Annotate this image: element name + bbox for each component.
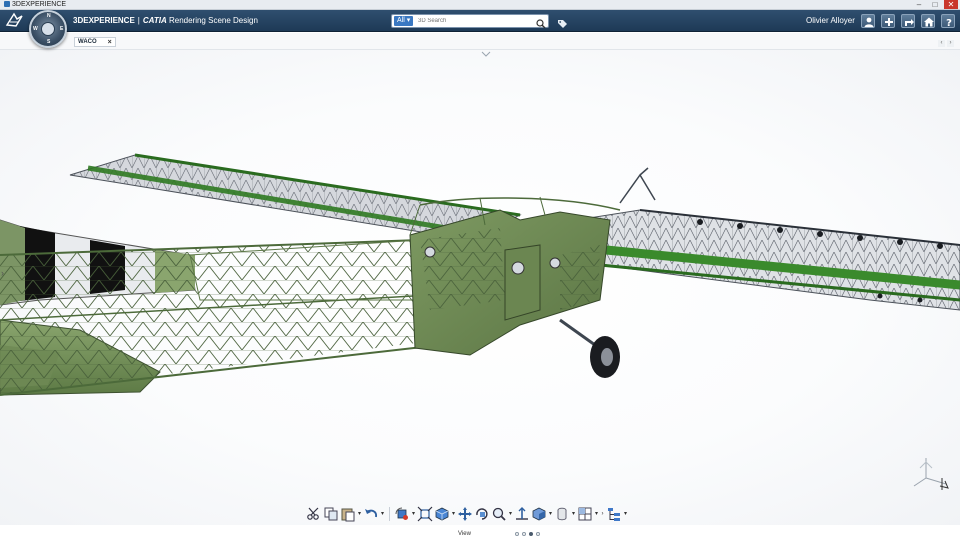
expand-tree-handle[interactable]: › (1, 268, 4, 278)
app-name-label: Rendering Scene Design (168, 16, 258, 25)
action-bar-page-dot[interactable] (522, 532, 526, 536)
pylon (619, 167, 656, 204)
normal-view-icon[interactable] (514, 506, 530, 522)
app-title: 3DEXPERIENCE | CATIA Rendering Scene Desig… (73, 10, 258, 32)
compass-south-label: S (47, 39, 51, 45)
spin-options-caret[interactable]: ▾ (411, 506, 416, 522)
paste-icon[interactable] (340, 506, 356, 522)
layout-options-caret[interactable]: ▾ (594, 506, 599, 522)
action-bar-page-dot[interactable] (536, 532, 540, 536)
add-icon[interactable] (881, 14, 895, 28)
cut-icon[interactable] (306, 506, 322, 522)
search-input[interactable] (418, 16, 534, 26)
tab-next-button[interactable]: › (947, 40, 954, 47)
rotate-icon[interactable] (474, 506, 490, 522)
home-icon[interactable] (921, 14, 935, 28)
search-box: All ▾ (391, 14, 549, 29)
fuselage-frame (0, 239, 441, 396)
os-title-text: 3DEXPERIENCE (12, 1, 67, 8)
more-tools-caret[interactable]: › (600, 506, 605, 522)
cube-view-icon[interactable] (434, 506, 450, 522)
collapse-chevron-icon[interactable] (481, 51, 491, 57)
zoom-options-caret[interactable]: ▾ (508, 506, 513, 522)
zoom-icon[interactable] (491, 506, 507, 522)
os-window-title: 3DEXPERIENCE (4, 0, 66, 10)
undo-icon[interactable] (363, 506, 379, 522)
close-window-button[interactable]: ✕ (944, 0, 958, 9)
top-bar: 3DEXPERIENCE | CATIA Rendering Scene Desig… (0, 10, 960, 32)
toolbar-separator (389, 507, 390, 521)
tab-label: WACO (78, 39, 97, 45)
paste-options-caret[interactable]: ▾ (357, 506, 362, 522)
view-mode-icon[interactable] (531, 506, 547, 522)
tag-icon[interactable] (557, 16, 568, 28)
action-bar: ▾ ▾ ▾ ▾ ▾ ▾ ▾ ▾ › ▾ (306, 504, 628, 524)
action-bar-pagination (515, 532, 540, 536)
action-bar-page-dot[interactable] (515, 532, 519, 536)
ds-logo-icon[interactable] (5, 12, 25, 28)
minimize-button[interactable]: – (912, 0, 926, 9)
share-icon[interactable] (901, 14, 915, 28)
copy-icon[interactable] (323, 506, 339, 522)
3d-viewport[interactable]: › (0, 50, 960, 525)
compass-north-label: N (47, 13, 51, 19)
tab-navigation: ‹ › (938, 40, 954, 47)
undo-options-caret[interactable]: ▾ (380, 506, 385, 522)
help-icon[interactable]: ? (941, 14, 955, 28)
pan-icon[interactable] (457, 506, 473, 522)
window-controls: – □ ✕ (912, 0, 958, 10)
profile-icon[interactable] (861, 14, 875, 28)
aircraft-model (0, 153, 960, 396)
axis-triad-icon (912, 448, 957, 493)
search-scope-dropdown[interactable]: All ▾ (394, 16, 414, 26)
action-bar-page-dot-active[interactable] (529, 532, 533, 536)
landing-gear (559, 318, 620, 378)
brand-label: 3DEXPERIENCE (73, 16, 135, 25)
os-title-bar: 3DEXPERIENCE – □ ✕ (0, 0, 960, 10)
compass-button[interactable]: N S E W (29, 10, 67, 48)
tree-options-caret[interactable]: ▾ (623, 506, 628, 522)
compass-east-label: E (60, 26, 64, 32)
svg-text:?: ? (946, 18, 952, 28)
search-icon[interactable] (536, 16, 546, 29)
layout-icon[interactable] (577, 506, 593, 522)
tab-prev-button[interactable]: ‹ (938, 40, 945, 47)
spin-icon[interactable] (394, 506, 410, 522)
app-icon (4, 1, 10, 7)
fit-all-icon[interactable] (417, 506, 433, 522)
tree-icon[interactable] (606, 506, 622, 522)
tab-strip: WACO × ‹ › (0, 33, 960, 50)
user-name[interactable]: Olivier Alloyer (806, 10, 855, 32)
hide-show-icon[interactable] (554, 506, 570, 522)
title-separator: | (137, 16, 140, 25)
action-bar-section-label: View (458, 531, 471, 537)
compass-center (41, 22, 55, 36)
hide-show-options-caret[interactable]: ▾ (571, 506, 576, 522)
product-label: CATIA (142, 16, 167, 25)
compass-west-label: W (33, 26, 38, 32)
view-mode-options-caret[interactable]: ▾ (548, 506, 553, 522)
cube-view-options-caret[interactable]: ▾ (451, 506, 456, 522)
close-tab-icon[interactable]: × (108, 38, 112, 47)
maximize-button[interactable]: □ (928, 0, 942, 9)
tab-waco[interactable]: WACO × (74, 37, 116, 47)
